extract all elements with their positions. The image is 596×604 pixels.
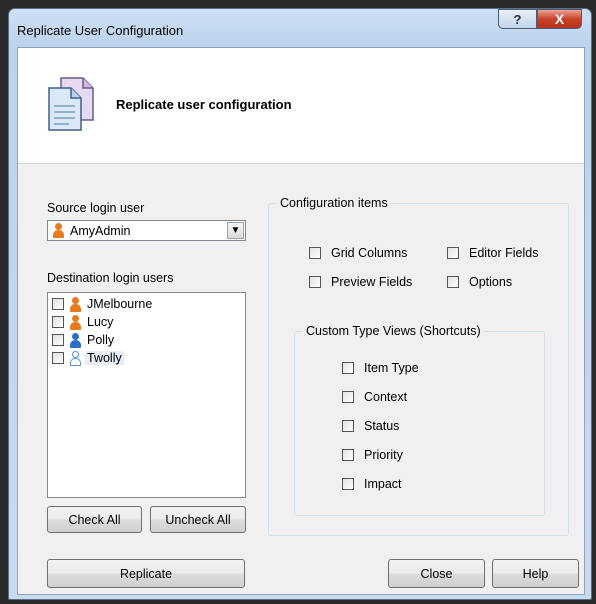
replicate-button[interactable]: Replicate	[47, 559, 245, 588]
window-title: Replicate User Configuration	[17, 23, 184, 38]
close-icon: X	[554, 11, 565, 27]
editor-fields-checkbox[interactable]	[447, 247, 459, 259]
grid-columns-checkbox[interactable]	[309, 247, 321, 259]
user-checkbox[interactable]	[52, 298, 64, 310]
titlebar-close-button[interactable]: X	[537, 9, 582, 29]
status-label: Status	[364, 419, 400, 433]
configuration-items-group: Configuration items Grid Columns Editor …	[268, 196, 569, 536]
user-name: Lucy	[87, 315, 114, 329]
options-label: Options	[469, 275, 513, 289]
user-checkbox[interactable]	[52, 316, 64, 328]
preview-fields-label: Preview Fields	[331, 275, 413, 289]
context-checkbox[interactable]	[342, 391, 354, 403]
status-checkbox[interactable]	[342, 420, 354, 432]
custom-type-views-group: Custom Type Views (Shortcuts) Item Type …	[294, 324, 545, 516]
source-user-label: Source login user	[47, 201, 145, 215]
user-icon	[52, 223, 64, 238]
banner-heading: Replicate user configuration	[116, 97, 292, 112]
help-button[interactable]: Help	[492, 559, 579, 588]
impact-label: Impact	[364, 477, 402, 491]
list-item[interactable]: Polly	[52, 332, 242, 350]
header-banner: Replicate user configuration	[18, 48, 584, 164]
uncheck-all-button[interactable]: Uncheck All	[150, 506, 246, 533]
close-button[interactable]: Close	[388, 559, 485, 588]
user-name: Polly	[87, 333, 115, 347]
destination-users-label: Destination login users	[47, 271, 174, 285]
user-icon	[69, 333, 81, 348]
configuration-items-label: Configuration items	[277, 196, 391, 210]
user-icon	[69, 315, 81, 330]
item-type-checkbox[interactable]	[342, 362, 354, 374]
custom-type-views-label: Custom Type Views (Shortcuts)	[303, 324, 484, 338]
context-label: Context	[364, 390, 408, 404]
source-user-dropdown[interactable]: AmyAdmin ▼	[47, 220, 246, 241]
check-all-button[interactable]: Check All	[47, 506, 142, 533]
list-item[interactable]: Lucy	[52, 314, 242, 332]
priority-label: Priority	[364, 448, 403, 462]
dialog-window: Replicate User Configuration ? X Replica…	[8, 8, 592, 600]
destination-users-list[interactable]: JMelbourne Lucy Polly Twolly	[47, 292, 246, 498]
grid-columns-label: Grid Columns	[331, 246, 408, 260]
titlebar-help-button[interactable]: ?	[498, 9, 537, 29]
user-name: JMelbourne	[87, 297, 153, 311]
user-checkbox[interactable]	[52, 352, 64, 364]
chevron-down-icon[interactable]: ▼	[227, 222, 244, 239]
options-checkbox[interactable]	[447, 276, 459, 288]
priority-checkbox[interactable]	[342, 449, 354, 461]
impact-checkbox[interactable]	[342, 478, 354, 490]
list-item[interactable]: Twolly	[52, 350, 242, 368]
user-icon	[69, 297, 81, 312]
list-item[interactable]: JMelbourne	[52, 296, 242, 314]
user-checkbox[interactable]	[52, 334, 64, 346]
question-icon: ?	[513, 11, 522, 27]
preview-fields-checkbox[interactable]	[309, 276, 321, 288]
dialog-client-area: Replicate user configuration Source logi…	[17, 47, 585, 595]
source-user-value: AmyAdmin	[70, 224, 131, 238]
item-type-label: Item Type	[364, 361, 419, 375]
replicate-documents-icon	[48, 77, 94, 131]
user-icon	[69, 351, 81, 366]
editor-fields-label: Editor Fields	[469, 246, 539, 260]
user-name: Twolly	[85, 351, 124, 365]
